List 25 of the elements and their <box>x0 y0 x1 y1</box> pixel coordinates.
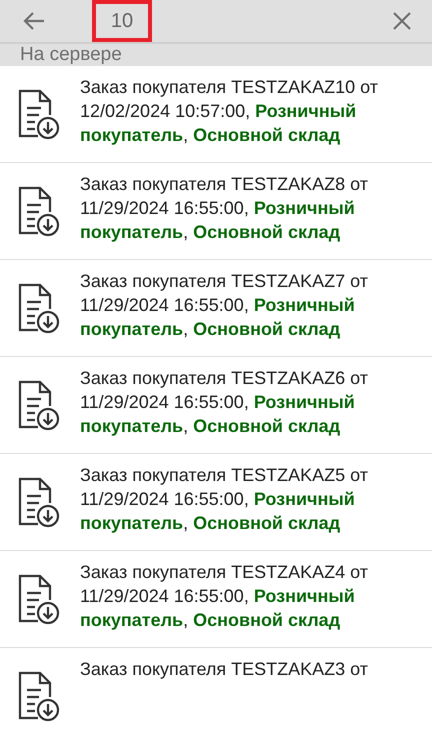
order-text: Заказ покупателя TESTZAKAZ4 от 11/29/2024 16:55:00, Розничный покупатель, Основной склад <box>80 561 369 632</box>
order-item[interactable]: Заказ покупателя TESTZAKAZ3 от <box>0 648 432 738</box>
order-item[interactable]: Заказ покупателя TESTZAKAZ10 от 12/02/2024 10:57:00, Розничный покупатель, Основной склад <box>0 66 432 163</box>
section-title: На сервере <box>20 44 122 66</box>
order-text: Заказ покупателя TESTZAKAZ5 от 11/29/2024 16:55:00, Розничный покупатель, Основной склад <box>80 464 369 535</box>
order-item[interactable]: Заказ покупателя TESTZAKAZ8 от 11/29/2024 16:55:00, Розничный покупатель, Основной склад <box>0 163 432 260</box>
order-item[interactable]: Заказ покупателя TESTZAKAZ7 от 11/29/2024 16:55:00, Розничный покупатель, Основной склад <box>0 260 432 357</box>
document-download-icon <box>18 574 60 626</box>
document-download-icon <box>18 283 60 335</box>
document-download-icon <box>18 380 60 432</box>
document-download-icon <box>18 671 60 723</box>
order-text: Заказ покупателя TESTZAKAZ10 от 12/02/2024 10:57:00, Розничный покупатель, Основной склад <box>80 76 380 147</box>
order-item[interactable]: Заказ покупателя TESTZAKAZ5 от 11/29/2024 16:55:00, Розничный покупатель, Основной склад <box>0 454 432 551</box>
document-download-icon <box>18 186 60 238</box>
order-text: Заказ покупателя TESTZAKAZ8 от 11/29/2024 16:55:00, Розничный покупатель, Основной склад <box>80 173 369 244</box>
document-download-icon <box>18 89 60 141</box>
order-item[interactable]: Заказ покупателя TESTZAKAZ4 от 11/29/2024 16:55:00, Розничный покупатель, Основной склад <box>0 551 432 648</box>
order-item[interactable]: Заказ покупателя TESTZAKAZ6 от 11/29/2024 16:55:00, Розничный покупатель, Основной склад <box>0 357 432 454</box>
back-arrow-icon <box>23 12 45 30</box>
order-text: Заказ покупателя TESTZAKAZ3 от <box>80 658 369 681</box>
order-text: Заказ покупателя TESTZAKAZ6 от 11/29/2024 16:55:00, Розничный покупатель, Основной склад <box>80 367 369 438</box>
order-text: Заказ покупателя TESTZAKAZ7 от 11/29/2024 16:55:00, Розничный покупатель, Основной склад <box>80 270 369 341</box>
document-download-icon <box>18 477 60 529</box>
search-field[interactable]: 10 <box>92 0 152 42</box>
close-icon <box>393 12 411 30</box>
